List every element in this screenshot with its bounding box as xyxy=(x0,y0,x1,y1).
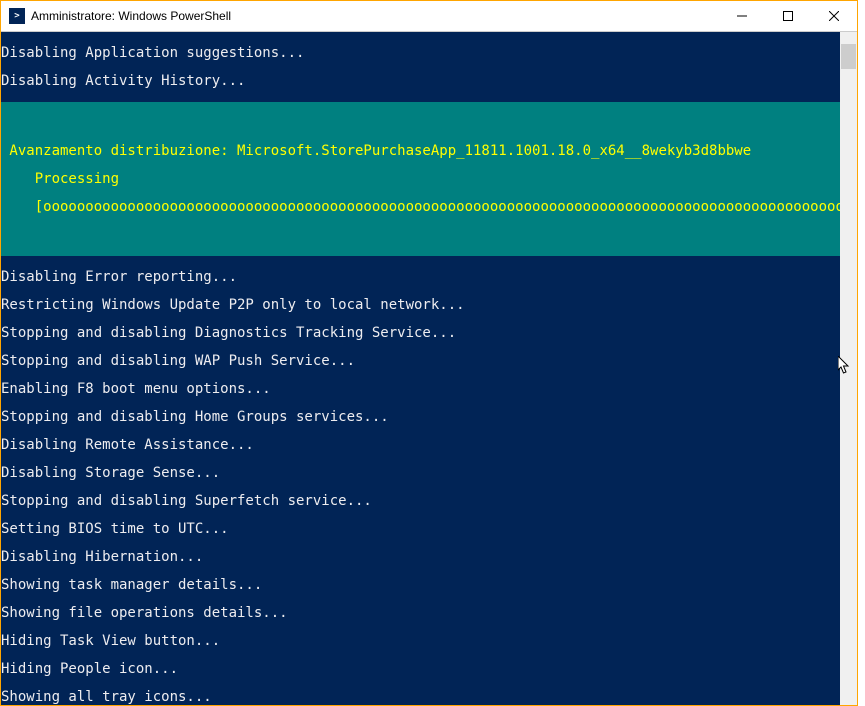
output-line: Disabling Remote Assistance... xyxy=(1,438,857,452)
window-controls xyxy=(719,1,857,31)
output-line: Disabling Hibernation... xyxy=(1,550,857,564)
output-line: Showing file operations details... xyxy=(1,606,857,620)
window-title: Amministratore: Windows PowerShell xyxy=(31,9,719,23)
output-line: Disabling Activity History... xyxy=(1,74,857,88)
output-line: Stopping and disabling Diagnostics Track… xyxy=(1,326,857,340)
powershell-window: Amministratore: Windows PowerShell Disab… xyxy=(0,0,858,706)
output-line: Stopping and disabling Superfetch servic… xyxy=(1,494,857,508)
output-line: Enabling F8 boot menu options... xyxy=(1,382,857,396)
output-line: Showing task manager details... xyxy=(1,578,857,592)
close-button[interactable] xyxy=(811,1,857,31)
terminal-output[interactable]: Disabling Application suggestions... Dis… xyxy=(1,32,857,705)
output-line: Showing all tray icons... xyxy=(1,690,857,704)
progress-blank xyxy=(1,116,857,130)
progress-bar: [ooooooooooooooooooooooooooooooooooooooo… xyxy=(1,200,857,214)
maximize-button[interactable] xyxy=(765,1,811,31)
output-line: Disabling Error reporting... xyxy=(1,270,857,284)
title-bar[interactable]: Amministratore: Windows PowerShell xyxy=(1,1,857,32)
output-line: Restricting Windows Update P2P only to l… xyxy=(1,298,857,312)
vertical-scrollbar[interactable] xyxy=(840,32,857,705)
output-line: Hiding Task View button... xyxy=(1,634,857,648)
powershell-icon xyxy=(9,8,25,24)
progress-blank xyxy=(1,228,857,242)
minimize-button[interactable] xyxy=(719,1,765,31)
progress-title: Avanzamento distribuzione: Microsoft.Sto… xyxy=(1,144,857,158)
output-line: Stopping and disabling Home Groups servi… xyxy=(1,410,857,424)
output-line: Disabling Storage Sense... xyxy=(1,466,857,480)
progress-status: Processing xyxy=(1,172,857,186)
output-line: Disabling Application suggestions... xyxy=(1,46,857,60)
progress-panel: Avanzamento distribuzione: Microsoft.Sto… xyxy=(1,102,857,256)
output-line: Setting BIOS time to UTC... xyxy=(1,522,857,536)
output-line: Hiding People icon... xyxy=(1,662,857,676)
output-line: Stopping and disabling WAP Push Service.… xyxy=(1,354,857,368)
scrollbar-thumb[interactable] xyxy=(841,44,856,69)
